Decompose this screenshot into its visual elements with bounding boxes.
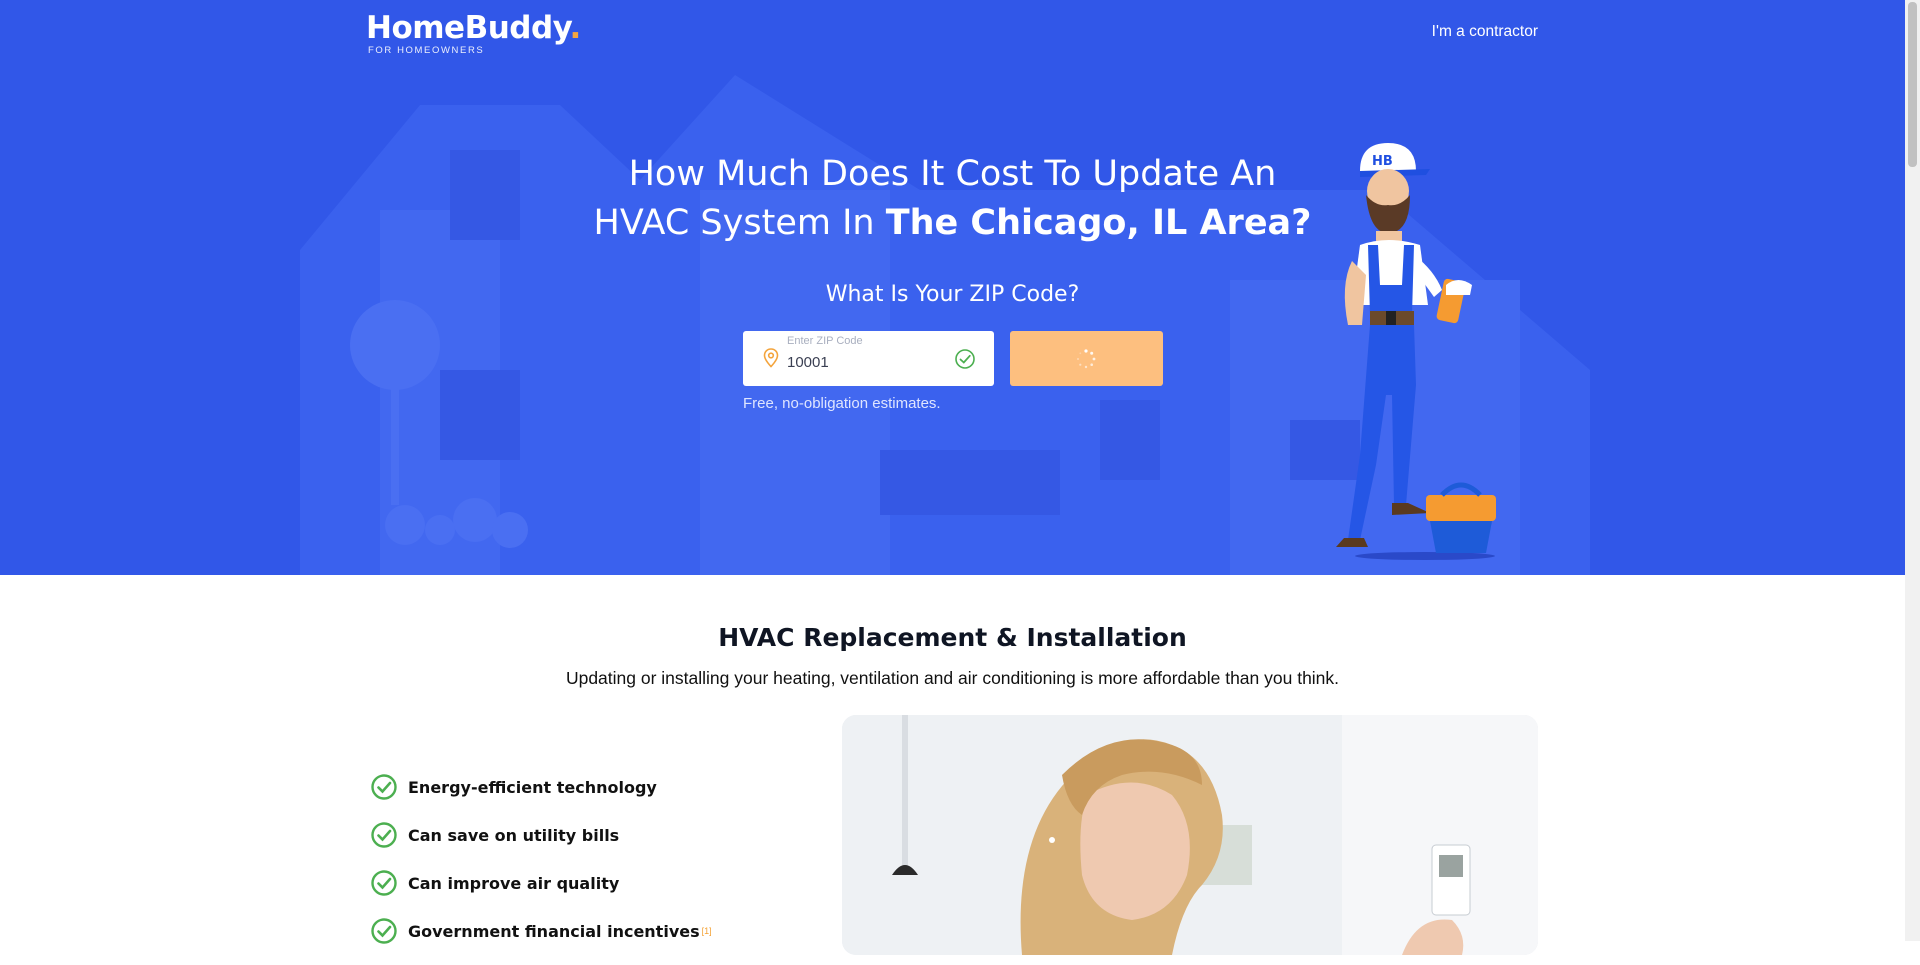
handyman-mascot-illustration: HB	[1336, 143, 1496, 560]
woman-thermostat-photo	[842, 715, 1538, 955]
list-item: Energy-efficient technology	[370, 773, 712, 801]
zip-label: Enter ZIP Code	[787, 335, 863, 347]
section-title: HVAC Replacement & Installation	[718, 623, 1187, 652]
zip-question: What Is Your ZIP Code?	[825, 282, 1080, 307]
page-scrollbar[interactable]	[1905, 0, 1920, 941]
footnote-link[interactable]: [1]	[702, 926, 712, 936]
list-item: Can save on utility bills	[370, 821, 712, 849]
hero-section: HomeBuddy. FOR HOMEOWNERS I'm a contract…	[0, 0, 1905, 575]
contractor-link[interactable]: I'm a contractor	[1432, 23, 1538, 41]
photo-illustration	[842, 715, 1538, 955]
homebuddy-logo[interactable]: HomeBuddy. FOR HOMEOWNERS	[366, 10, 581, 56]
benefit-label: Energy-efficient technology	[408, 777, 657, 797]
scrollbar-thumb[interactable]	[1908, 2, 1917, 167]
submit-zip-button[interactable]	[1010, 331, 1163, 386]
benefits-list: Energy-efficient technology Can save on …	[370, 773, 712, 965]
benefit-label: Government financial incentives	[408, 921, 700, 941]
page-headline: How Much Does It Cost To Update An HVAC …	[593, 154, 1312, 243]
loading-spinner-icon	[1077, 349, 1096, 369]
check-circle-icon	[371, 822, 397, 848]
mascot-cap-label: HB	[1372, 154, 1393, 169]
check-circle-icon	[955, 349, 975, 369]
zip-input[interactable]	[787, 351, 947, 373]
list-item: Can improve air quality	[370, 869, 712, 897]
benefit-label: Can improve air quality	[408, 873, 620, 893]
check-circle-icon	[371, 774, 397, 800]
section-subtitle: Updating or installing your heating, ven…	[565, 668, 1340, 688]
logo-tagline: FOR HOMEOWNERS	[368, 45, 485, 56]
location-pin-icon	[763, 348, 779, 368]
free-estimate-note: Free, no-obligation estimates.	[743, 395, 941, 412]
zip-field[interactable]: Enter ZIP Code	[743, 331, 994, 386]
check-circle-icon	[371, 870, 397, 896]
logo-wordmark: HomeBuddy.	[366, 10, 581, 46]
benefit-label: Can save on utility bills	[408, 825, 620, 845]
